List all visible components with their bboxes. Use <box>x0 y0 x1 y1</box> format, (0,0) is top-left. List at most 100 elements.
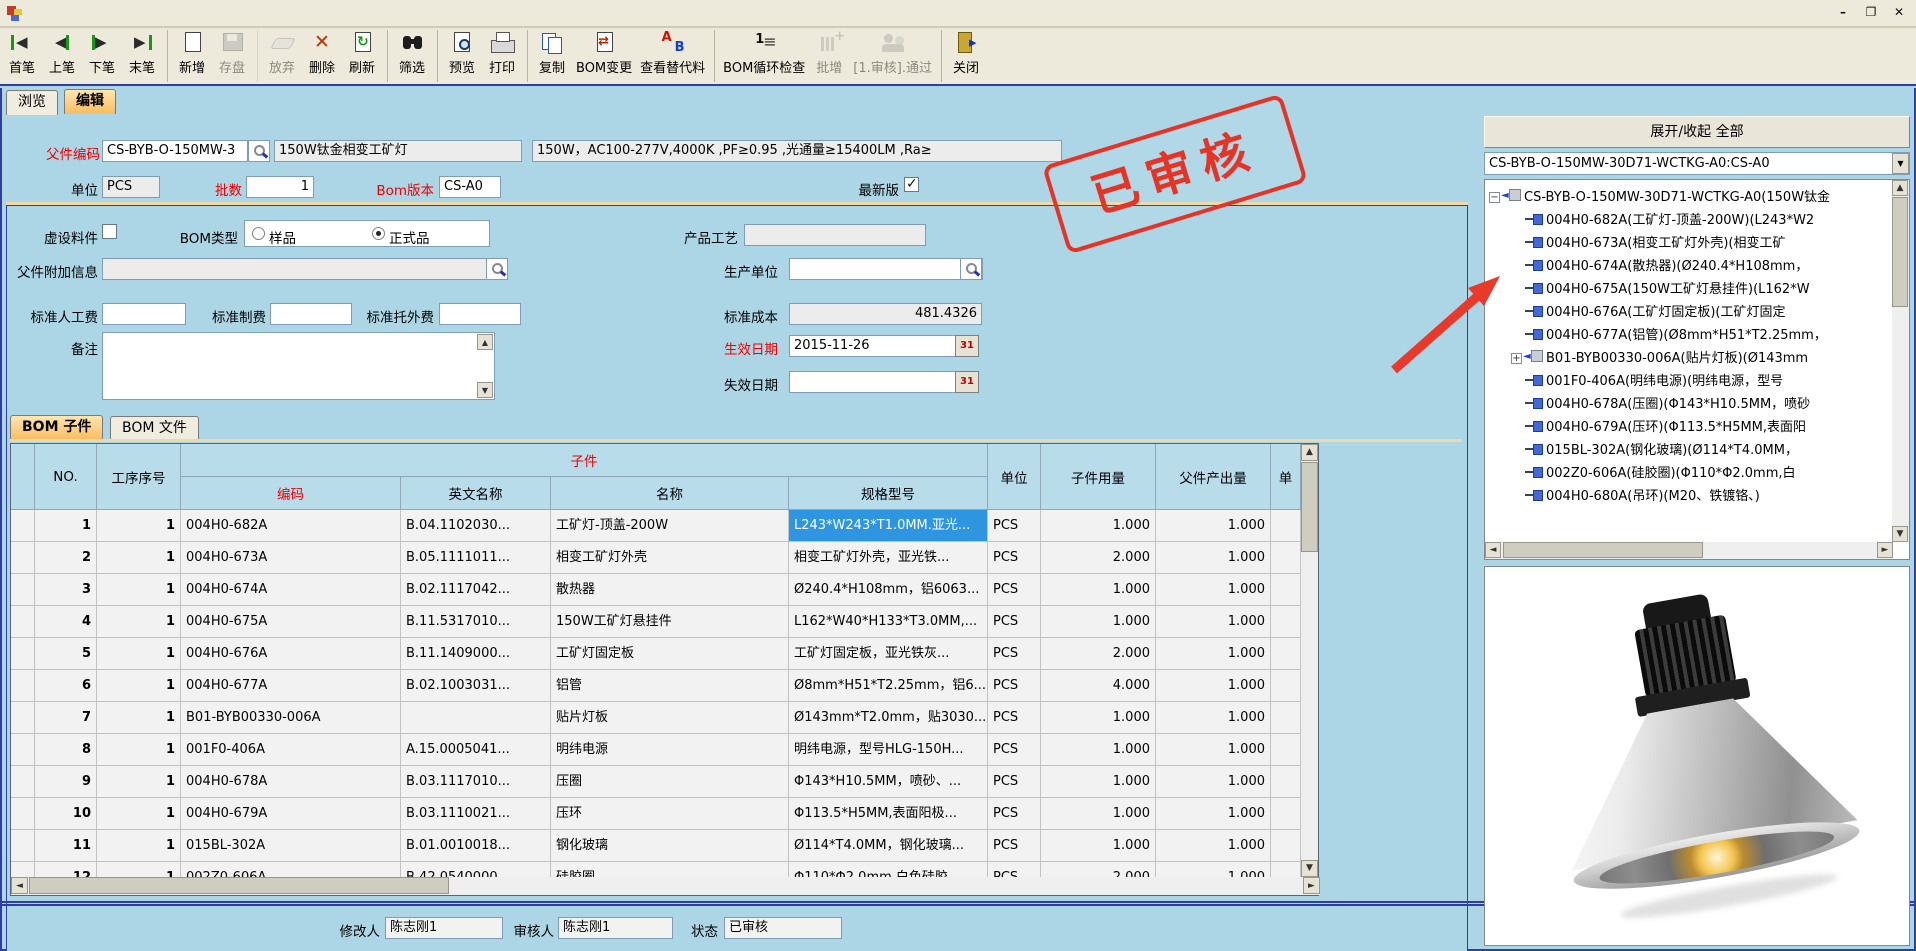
remark-textarea[interactable]: ▲ ▼ <box>102 332 495 400</box>
cell-code[interactable]: 004H0-675A <box>181 606 401 638</box>
remark-scroll-down-icon[interactable]: ▼ <box>477 382 493 398</box>
toolbar-button[interactable]: 预览 <box>437 30 482 82</box>
cell-qty[interactable]: 1.000 <box>1041 702 1156 734</box>
menu-item[interactable] <box>202 0 230 27</box>
cell-spec[interactable]: 明纬电源，型号HLG-150H... <box>789 734 988 766</box>
cell-spec[interactable]: 相变工矿灯外壳，亚光铁... <box>789 542 988 574</box>
cell-en-name[interactable]: B.02.1117042... <box>401 574 551 606</box>
cell-en-name[interactable]: B.03.1110021... <box>401 798 551 830</box>
grid-header-parent-out[interactable]: 父件产出量 <box>1156 444 1271 510</box>
cell-qty[interactable]: 1.000 <box>1041 510 1156 542</box>
table-row[interactable]: 4 1 004H0-675A B.11.5317010... 150W工矿灯悬挂… <box>11 606 1301 638</box>
cell-qty[interactable]: 4.000 <box>1041 670 1156 702</box>
grid-horizontal-scrollbar[interactable]: ◄ ► <box>11 877 1320 895</box>
latest-version-checkbox[interactable] <box>904 177 919 192</box>
toolbar-button[interactable]: 放弃 <box>257 30 302 82</box>
row-selector-cell[interactable] <box>11 638 35 670</box>
cell-name[interactable]: 150W工矿灯悬挂件 <box>551 606 789 638</box>
cell-parent-out[interactable]: 1.000 <box>1156 798 1271 830</box>
tab-edit[interactable]: 编辑 <box>64 89 116 114</box>
toolbar-button[interactable]: 删除 <box>302 30 342 82</box>
table-row[interactable]: 1 1 004H0-682A B.04.1102030... 工矿灯-顶盖-20… <box>11 510 1301 542</box>
cell-qty[interactable]: 2.000 <box>1041 638 1156 670</box>
std-out-input[interactable] <box>439 303 521 325</box>
toolbar-button[interactable]: 复制 <box>527 30 572 82</box>
grid-header-op-seq[interactable]: 工序序号 <box>97 444 181 510</box>
tree-root-item[interactable]: −CS-BYB-O-150MW-30D71-WCTKG-A0(150W钛金 <box>1487 186 1877 209</box>
grid-scroll-right-icon[interactable]: ► <box>1303 877 1320 894</box>
cell-spec[interactable]: Ø240.4*H108mm，铝6063... <box>789 574 988 606</box>
batch-input[interactable]: 1 <box>246 176 314 198</box>
cell-parent-out[interactable]: 1.000 <box>1156 510 1271 542</box>
prod-unit-input[interactable] <box>789 258 983 280</box>
toolbar-button[interactable]: BOM循环检查 <box>714 30 809 82</box>
cell-spec[interactable]: Ø114*T4.0MM，钢化玻璃... <box>789 830 988 862</box>
tree-item[interactable]: 002Z0-606A(硅胶圈)(Φ110*Φ2.0mm,白 <box>1487 462 1877 485</box>
cell-parent-out[interactable]: 1.000 <box>1156 702 1271 734</box>
grid-header-name[interactable]: 名称 <box>551 477 789 510</box>
table-row[interactable]: 6 1 004H0-677A B.02.1003031... 铝管 Ø8mm*H… <box>11 670 1301 702</box>
close-window-button[interactable]: ✕ <box>1888 3 1910 22</box>
subtab-bom-files[interactable]: BOM 文件 <box>110 416 199 441</box>
cell-spec[interactable]: Φ113.5*H5MM,表面阳极... <box>789 798 988 830</box>
tree-collapse-icon[interactable]: − <box>1489 192 1500 203</box>
toolbar-button[interactable]: 关闭 <box>941 30 986 82</box>
tree-item[interactable]: 004H0-679A(压环)(Φ113.5*H5MM,表面阳 <box>1487 416 1877 439</box>
expire-calendar-icon[interactable]: 31 <box>955 371 979 393</box>
toolbar-button[interactable]: [1.审核].通过 <box>849 30 936 82</box>
table-row[interactable]: 8 1 001F0-406A A.15.0005041... 明纬电源 明纬电源… <box>11 734 1301 766</box>
menu-item[interactable] <box>62 0 90 27</box>
toolbar-button[interactable]: 存盘 <box>212 30 252 82</box>
cell-code[interactable]: 004H0-673A <box>181 542 401 574</box>
cell-name[interactable]: 散热器 <box>551 574 789 606</box>
cell-spec[interactable]: 工矿灯固定板，亚光铁灰... <box>789 638 988 670</box>
tree-vscroll-thumb[interactable] <box>1892 197 1908 307</box>
tree-item[interactable]: 004H0-676A(工矿灯固定板)(工矿灯固定 <box>1487 301 1877 324</box>
row-selector-cell[interactable] <box>11 830 35 862</box>
cell-qty[interactable]: 1.000 <box>1041 830 1156 862</box>
row-selector-cell[interactable] <box>11 542 35 574</box>
grid-header-code[interactable]: 编码 <box>181 477 401 510</box>
table-row[interactable]: 2 1 004H0-673A B.05.1111011... 相变工矿灯外壳 相… <box>11 542 1301 574</box>
table-row[interactable]: 5 1 004H0-676A B.11.1409000... 工矿灯固定板 工矿… <box>11 638 1301 670</box>
grid-header-spec[interactable]: 规格型号 <box>789 477 988 510</box>
restore-button[interactable]: ❐ <box>1860 3 1882 22</box>
tree-item[interactable]: 015BL-302A(钢化玻璃)(Ø114*T4.0MM， <box>1487 439 1877 462</box>
cell-unit[interactable]: PCS <box>988 574 1041 606</box>
cell-qty[interactable]: 2.000 <box>1041 542 1156 574</box>
tree-item[interactable]: 004H0-682A(工矿灯-顶盖-200W)(L243*W2 <box>1487 209 1877 232</box>
toolbar-button[interactable]: 首笔 <box>2 30 42 82</box>
tab-browse[interactable]: 浏览 <box>6 90 58 115</box>
row-selector-cell[interactable] <box>11 574 35 606</box>
table-row[interactable]: 10 1 004H0-679A B.03.1110021... 压环 Φ113.… <box>11 798 1301 830</box>
cell-unit[interactable]: PCS <box>988 734 1041 766</box>
tree-item[interactable]: +B01-BYB00330-006A(贴片灯板)(Ø143mm <box>1487 347 1877 370</box>
parent-code-input[interactable]: CS-BYB-O-150MW-3 <box>102 140 248 162</box>
cell-unit[interactable]: PCS <box>988 542 1041 574</box>
row-selector-cell[interactable] <box>11 766 35 798</box>
cell-parent-out[interactable]: 1.000 <box>1156 830 1271 862</box>
cell-en-name[interactable]: B.11.5317010... <box>401 606 551 638</box>
menu-item[interactable] <box>174 0 202 27</box>
grid-hscroll-thumb[interactable] <box>29 877 449 894</box>
row-selector-cell[interactable] <box>11 510 35 542</box>
cell-unit[interactable]: PCS <box>988 670 1041 702</box>
cell-spec[interactable]: L162*W40*H133*T3.0MM,... <box>789 606 988 638</box>
cell-code[interactable]: 004H0-674A <box>181 574 401 606</box>
cell-spec[interactable]: Φ143*H10.5MM，喷砂、... <box>789 766 988 798</box>
toolbar-button[interactable]: 筛选 <box>387 30 432 82</box>
expire-date-input[interactable] <box>789 371 957 393</box>
table-row[interactable]: 11 1 015BL-302A B.01.0010018... 钢化玻璃 Ø11… <box>11 830 1301 862</box>
cell-en-name[interactable]: B.03.1117010... <box>401 766 551 798</box>
bom-type-official-radio[interactable] <box>372 227 385 240</box>
grid-scroll-down-icon[interactable]: ▼ <box>1301 860 1318 877</box>
cell-parent-out[interactable]: 1.000 <box>1156 542 1271 574</box>
grid-scroll-up-icon[interactable]: ▲ <box>1301 444 1318 461</box>
cell-parent-out[interactable]: 1.000 <box>1156 766 1271 798</box>
tree-scroll-down-icon[interactable]: ▼ <box>1892 526 1908 542</box>
toolbar-button[interactable]: 新增 <box>167 30 212 82</box>
menu-item[interactable] <box>146 0 174 27</box>
cell-unit[interactable]: PCS <box>988 830 1041 862</box>
row-selector-cell[interactable] <box>11 670 35 702</box>
toolbar-button[interactable]: 下笔 <box>82 30 122 82</box>
